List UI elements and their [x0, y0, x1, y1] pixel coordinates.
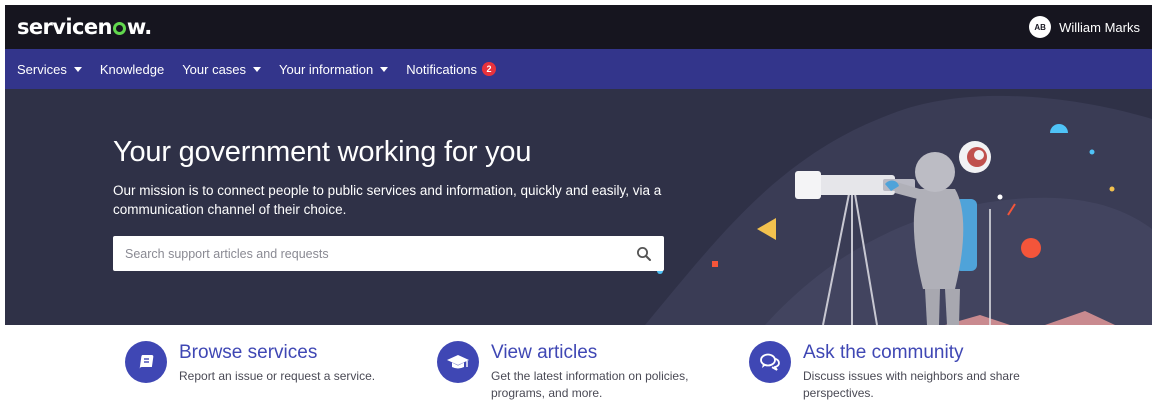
hero-subtitle: Our mission is to connect people to publ… — [113, 183, 662, 217]
feature-browse-services[interactable]: Browse services Report an issue or reque… — [125, 341, 419, 385]
search-bar[interactable] — [113, 236, 664, 271]
nav-notifications[interactable]: Notifications 2 — [406, 61, 497, 77]
top-header: servicen w. AB William Marks — [5, 5, 1152, 49]
book-icon[interactable] — [125, 341, 167, 383]
search-icon[interactable] — [636, 246, 652, 262]
feature-title[interactable]: View articles — [491, 341, 731, 365]
nav-label: Services — [17, 61, 67, 77]
feature-description: Get the latest information on policies, … — [491, 369, 689, 400]
nav-your-cases[interactable]: Your cases — [182, 61, 262, 77]
main-nav: Services Knowledge Your cases Your infor… — [5, 49, 1152, 89]
caret-down-icon — [380, 66, 389, 72]
hero-banner: Your government working for you Our miss… — [5, 89, 1152, 325]
nav-label: Knowledge — [99, 61, 165, 77]
feature-view-articles[interactable]: View articles Get the latest information… — [437, 341, 731, 402]
chat-bubbles-icon[interactable] — [749, 341, 791, 383]
user-menu[interactable]: AB William Marks — [1029, 16, 1140, 38]
logo-power-icon — [112, 22, 126, 35]
user-name[interactable]: William Marks — [1059, 20, 1140, 35]
feature-description: Report an issue or request a service. — [179, 369, 376, 383]
nav-label: Notifications — [406, 61, 478, 77]
caret-down-icon — [253, 66, 262, 72]
feature-description: Discuss issues with neighbors and share … — [803, 369, 1020, 400]
nav-services[interactable]: Services — [17, 62, 82, 77]
nav-label: Your information — [279, 61, 374, 77]
avatar[interactable]: AB — [1029, 16, 1052, 38]
nav-label: Your cases — [182, 61, 247, 77]
caret-down-icon — [73, 66, 82, 72]
servicenow-logo[interactable]: servicen w. — [17, 15, 152, 39]
hero-title: Your government working for you — [113, 136, 532, 168]
nav-your-information[interactable]: Your information — [279, 61, 389, 77]
feature-links: Browse services Report an issue or reque… — [0, 325, 1152, 417]
feature-title[interactable]: Ask the community — [803, 341, 1043, 365]
notification-badge: 2 — [482, 62, 497, 76]
nav-knowledge[interactable]: Knowledge — [100, 62, 164, 77]
search-input[interactable] — [125, 246, 605, 261]
feature-ask-community[interactable]: Ask the community Discuss issues with ne… — [749, 341, 1043, 402]
feature-title[interactable]: Browse services — [179, 341, 419, 365]
graduation-cap-icon[interactable] — [437, 341, 479, 383]
